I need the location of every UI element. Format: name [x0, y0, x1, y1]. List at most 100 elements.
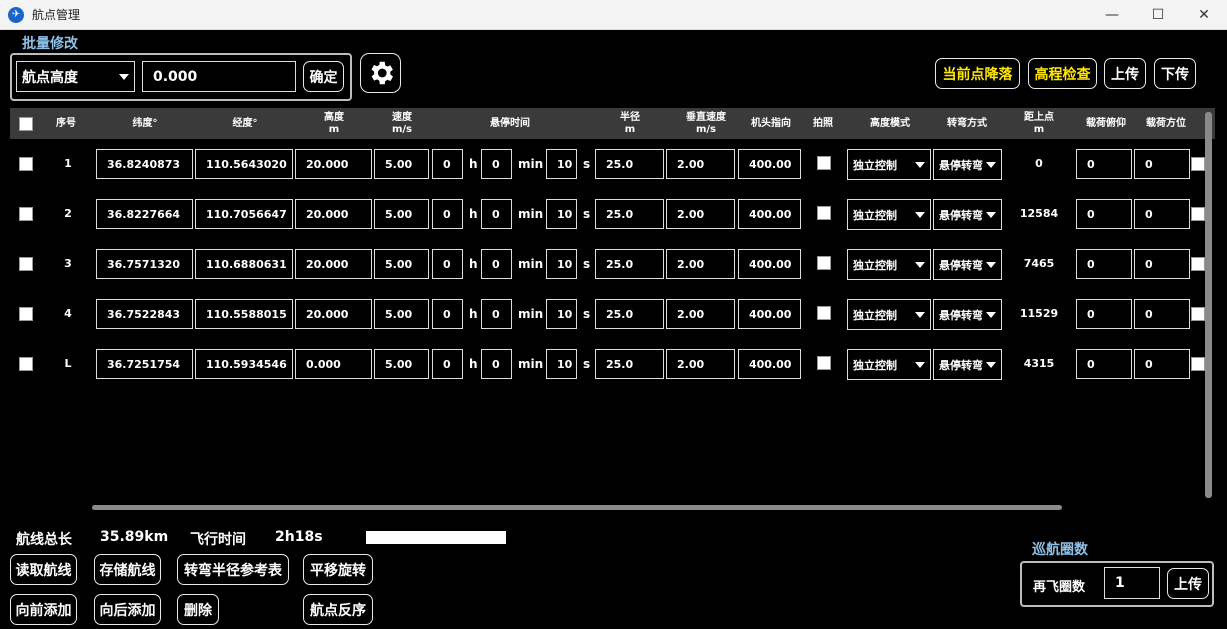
cruise-upload-button[interactable]: 上传 — [1167, 568, 1209, 599]
row-extra-checkbox[interactable] — [1191, 157, 1205, 171]
row-extra-checkbox[interactable] — [1191, 307, 1205, 321]
download-button[interactable]: 下传 — [1154, 58, 1196, 89]
batch-value-input[interactable]: 0.000 — [142, 61, 296, 92]
lon-input[interactable]: 110.5934546 — [195, 349, 293, 379]
row-extra-checkbox[interactable] — [1191, 357, 1205, 371]
turn-radius-reference-button[interactable]: 转弯半径参考表 — [177, 554, 289, 585]
save-route-button[interactable]: 存储航线 — [94, 554, 161, 585]
radius-input[interactable]: 25.0 — [595, 299, 664, 329]
hover-minutes-input[interactable]: 0 — [481, 199, 512, 229]
elevation-check-button[interactable]: 高程检查 — [1028, 58, 1097, 89]
row-extra-checkbox[interactable] — [1191, 207, 1205, 221]
cruise-loops-input[interactable]: 1 — [1104, 567, 1160, 599]
upload-button[interactable]: 上传 — [1104, 58, 1146, 89]
hover-hours-input[interactable]: 0 — [432, 299, 463, 329]
hover-minutes-input[interactable]: 0 — [481, 349, 512, 379]
vspeed-input[interactable]: 2.00 — [666, 149, 735, 179]
reverse-waypoints-button[interactable]: 航点反序 — [303, 594, 373, 625]
hover-hours-input[interactable]: 0 — [432, 249, 463, 279]
row-checkbox[interactable] — [19, 257, 33, 271]
add-before-button[interactable]: 向前添加 — [10, 594, 77, 625]
radius-input[interactable]: 25.0 — [595, 349, 664, 379]
photo-checkbox[interactable] — [817, 206, 831, 220]
row-extra-checkbox[interactable] — [1191, 257, 1205, 271]
altitude-mode-select[interactable]: 独立控制 — [847, 149, 931, 180]
vspeed-input[interactable]: 2.00 — [666, 299, 735, 329]
hover-hours-input[interactable]: 0 — [432, 199, 463, 229]
altitude-mode-select[interactable]: 独立控制 — [847, 199, 931, 230]
height-input[interactable]: 20.000 — [295, 249, 372, 279]
lat-input[interactable]: 36.7571320 — [96, 249, 193, 279]
heading-input[interactable]: 400.00 — [738, 149, 801, 179]
translate-rotate-button[interactable]: 平移旋转 — [303, 554, 373, 585]
speed-input[interactable]: 5.00 — [374, 349, 429, 379]
turn-mode-select[interactable]: 悬停转弯 — [933, 249, 1002, 280]
speed-input[interactable]: 5.00 — [374, 249, 429, 279]
vertical-scrollbar[interactable] — [1205, 112, 1212, 498]
maximize-icon[interactable]: ☐ — [1135, 0, 1181, 30]
altitude-mode-select[interactable]: 独立控制 — [847, 349, 931, 380]
photo-checkbox[interactable] — [817, 306, 831, 320]
delete-button[interactable]: 删除 — [177, 594, 219, 625]
lon-input[interactable]: 110.7056647 — [195, 199, 293, 229]
heading-input[interactable]: 400.00 — [738, 349, 801, 379]
row-checkbox[interactable] — [19, 157, 33, 171]
lon-input[interactable]: 110.6880631 — [195, 249, 293, 279]
turn-mode-select[interactable]: 悬停转弯 — [933, 149, 1002, 180]
confirm-button[interactable]: 确定 — [303, 61, 344, 92]
hover-seconds-input[interactable]: 10 — [546, 149, 577, 179]
lat-input[interactable]: 36.7522843 — [96, 299, 193, 329]
add-after-button[interactable]: 向后添加 — [94, 594, 161, 625]
horizontal-scrollbar[interactable] — [92, 505, 1062, 510]
row-checkbox[interactable] — [19, 307, 33, 321]
turn-mode-select[interactable]: 悬停转弯 — [933, 299, 1002, 330]
lat-input[interactable]: 36.8227664 — [96, 199, 193, 229]
hover-minutes-input[interactable]: 0 — [481, 249, 512, 279]
speed-input[interactable]: 5.00 — [374, 149, 429, 179]
turn-mode-select[interactable]: 悬停转弯 — [933, 199, 1002, 230]
height-input[interactable]: 20.000 — [295, 149, 372, 179]
altitude-mode-select[interactable]: 独立控制 — [847, 299, 931, 330]
read-route-button[interactable]: 读取航线 — [10, 554, 77, 585]
azimuth-input[interactable]: 0 — [1134, 299, 1190, 329]
pitch-input[interactable]: 0 — [1076, 149, 1132, 179]
height-input[interactable]: 20.000 — [295, 199, 372, 229]
vspeed-input[interactable]: 2.00 — [666, 349, 735, 379]
pitch-input[interactable]: 0 — [1076, 249, 1132, 279]
radius-input[interactable]: 25.0 — [595, 249, 664, 279]
hover-seconds-input[interactable]: 10 — [546, 249, 577, 279]
heading-input[interactable]: 400.00 — [738, 249, 801, 279]
pitch-input[interactable]: 0 — [1076, 199, 1132, 229]
lat-input[interactable]: 36.8240873 — [96, 149, 193, 179]
lat-input[interactable]: 36.7251754 — [96, 349, 193, 379]
pitch-input[interactable]: 0 — [1076, 349, 1132, 379]
hover-seconds-input[interactable]: 10 — [546, 349, 577, 379]
minimize-icon[interactable]: — — [1089, 0, 1135, 30]
turn-mode-select[interactable]: 悬停转弯 — [933, 349, 1002, 380]
heading-input[interactable]: 400.00 — [738, 299, 801, 329]
height-input[interactable]: 0.000 — [295, 349, 372, 379]
hover-seconds-input[interactable]: 10 — [546, 199, 577, 229]
close-icon[interactable]: ✕ — [1181, 0, 1227, 30]
vspeed-input[interactable]: 2.00 — [666, 249, 735, 279]
height-input[interactable]: 20.000 — [295, 299, 372, 329]
batch-field-select[interactable]: 航点高度 — [16, 61, 135, 92]
lon-input[interactable]: 110.5588015 — [195, 299, 293, 329]
heading-input[interactable]: 400.00 — [738, 199, 801, 229]
azimuth-input[interactable]: 0 — [1134, 249, 1190, 279]
azimuth-input[interactable]: 0 — [1134, 349, 1190, 379]
select-all-checkbox[interactable] — [19, 117, 33, 131]
azimuth-input[interactable]: 0 — [1134, 199, 1190, 229]
speed-input[interactable]: 5.00 — [374, 199, 429, 229]
radius-input[interactable]: 25.0 — [595, 199, 664, 229]
land-current-button[interactable]: 当前点降落 — [935, 58, 1020, 89]
row-checkbox[interactable] — [19, 207, 33, 221]
speed-input[interactable]: 5.00 — [374, 299, 429, 329]
settings-button[interactable] — [360, 53, 401, 93]
azimuth-input[interactable]: 0 — [1134, 149, 1190, 179]
radius-input[interactable]: 25.0 — [595, 149, 664, 179]
hover-seconds-input[interactable]: 10 — [546, 299, 577, 329]
lon-input[interactable]: 110.5643020 — [195, 149, 293, 179]
pitch-input[interactable]: 0 — [1076, 299, 1132, 329]
vspeed-input[interactable]: 2.00 — [666, 199, 735, 229]
